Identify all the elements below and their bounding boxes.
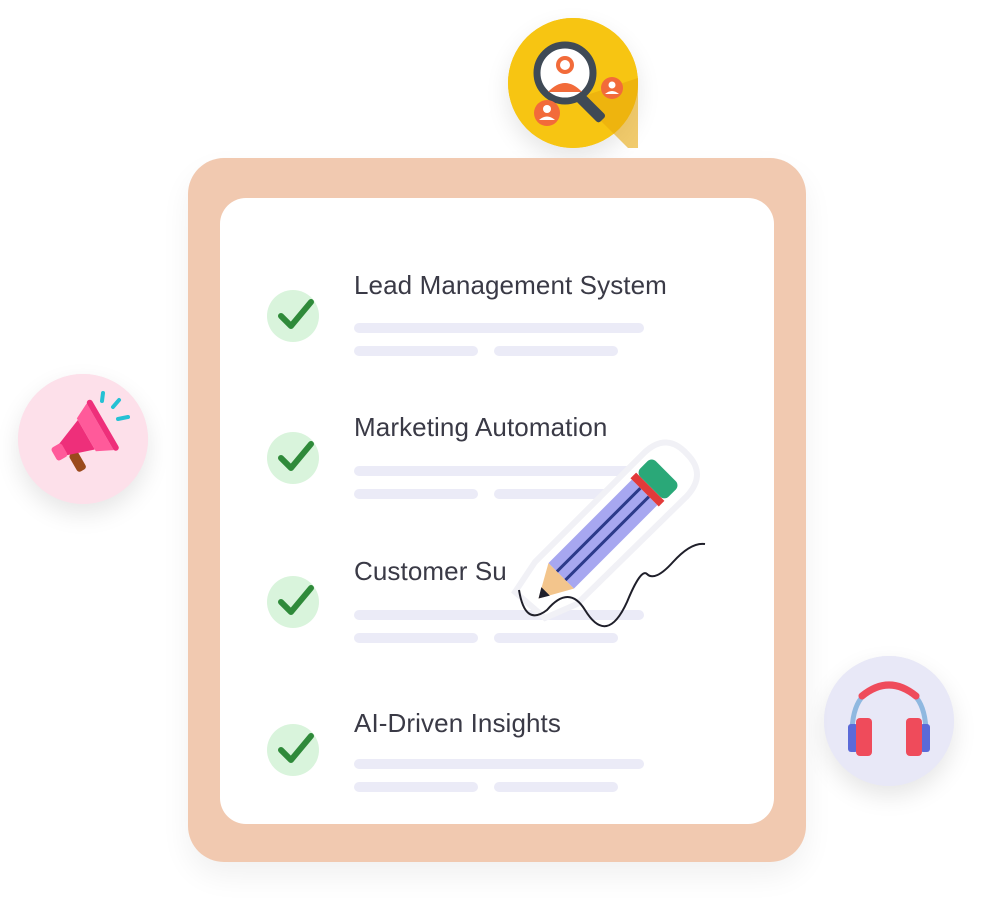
- pencil-icon: [511, 439, 706, 628]
- checklist-item-title: AI-Driven Insights: [354, 708, 561, 738]
- placeholder-line: [494, 782, 618, 792]
- checklist-item-title: Customer Su: [354, 556, 507, 586]
- placeholder-line: [494, 346, 618, 356]
- placeholder-line: [354, 782, 478, 792]
- check-badge: [267, 576, 319, 628]
- placeholder-line: [354, 323, 644, 333]
- checkmark-icon: [278, 441, 314, 471]
- checkmark-icon: [278, 585, 314, 615]
- checkmark-icon: [278, 733, 314, 763]
- placeholder-line: [354, 489, 478, 499]
- checklist-item: AI-Driven Insights: [220, 698, 774, 808]
- illustration-canvas: Lead Management System Marketing Automat…: [0, 0, 991, 900]
- placeholder-line: [354, 346, 478, 356]
- user-search-badge: [508, 18, 638, 148]
- check-badge: [267, 724, 319, 776]
- checklist-item-title: Lead Management System: [354, 270, 667, 300]
- check-badge: [267, 290, 319, 342]
- pencil-illustration: [495, 432, 715, 632]
- headphones-badge: [824, 656, 954, 786]
- checklist-item: Lead Management System: [220, 264, 774, 374]
- megaphone-badge: [18, 374, 148, 504]
- check-badge: [267, 432, 319, 484]
- headphones-icon: [824, 656, 954, 786]
- user-search-icon: [508, 18, 638, 148]
- placeholder-line: [494, 633, 618, 643]
- placeholder-line: [354, 633, 478, 643]
- megaphone-icon: [18, 374, 148, 504]
- checkmark-icon: [278, 299, 314, 329]
- placeholder-line: [354, 759, 644, 769]
